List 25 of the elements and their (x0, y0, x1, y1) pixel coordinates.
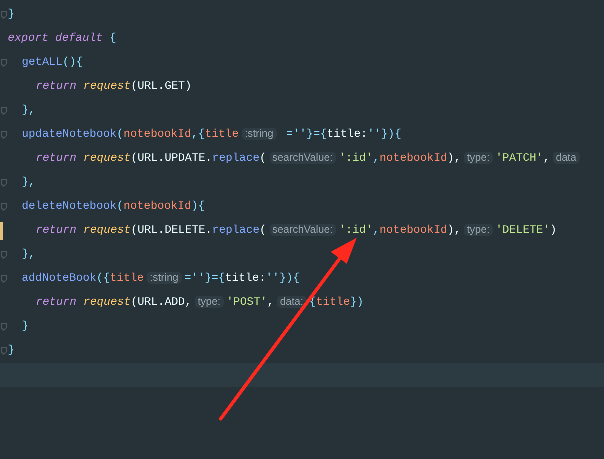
fold-marker-icon[interactable] (1, 59, 7, 67)
fold-marker-icon[interactable] (1, 251, 7, 259)
fold-marker-icon[interactable] (1, 203, 7, 211)
code-line: return request(URL.GET) (36, 80, 192, 95)
code-line: deleteNotebook(notebookId){ (22, 200, 206, 215)
code-line: } (22, 320, 29, 335)
code-line: updateNotebook(notebookId,{title :string =''}={title:''}){ (22, 126, 402, 143)
code-line: return request(URL.UPDATE.replace( searchValue: ':id',notebookId), type: 'PATCH', data (36, 150, 583, 168)
code-line: addNoteBook({title :string =''}={title:''}){ (22, 270, 300, 287)
fold-marker-icon[interactable] (1, 11, 7, 19)
fold-marker-icon[interactable] (1, 323, 7, 331)
fold-marker-icon[interactable] (1, 131, 7, 139)
fold-marker-icon[interactable] (1, 275, 7, 283)
code-line: return request(URL.ADD, type: 'POST', data: {title}) (36, 294, 364, 311)
code-line: } (8, 344, 15, 359)
code-line: export default { (8, 32, 116, 47)
fold-marker-icon[interactable] (1, 179, 7, 187)
fold-marker-icon[interactable] (1, 107, 7, 115)
code-line: }, (22, 248, 36, 263)
code-line: return request(URL.DELETE.replace( searchValue: ':id',notebookId), type: 'DELETE') (36, 222, 557, 239)
code-line: } (8, 8, 15, 23)
code-line: getALL(){ (22, 56, 84, 71)
code-line: }, (22, 176, 36, 191)
code-line: }, (22, 104, 36, 119)
fold-marker-icon[interactable] (1, 347, 7, 355)
